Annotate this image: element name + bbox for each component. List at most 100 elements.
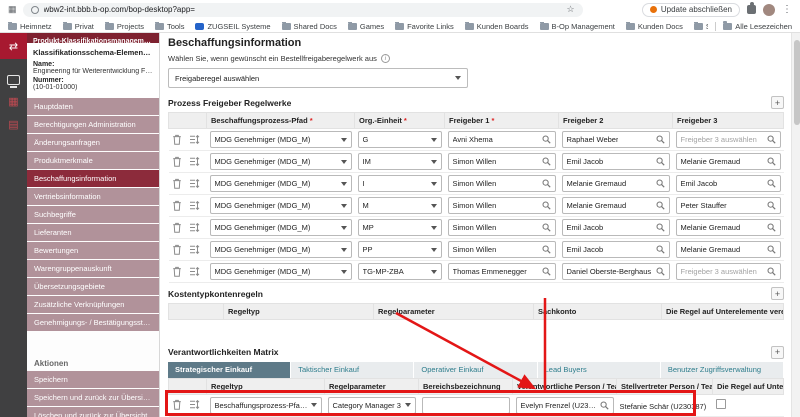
org-unit-select[interactable]: TG-MP-ZBA bbox=[358, 263, 442, 280]
bookmark-item[interactable]: Heimnetz bbox=[8, 22, 52, 31]
all-bookmarks-button[interactable]: Alle Lesezeichen bbox=[723, 22, 792, 31]
responsible-person-field[interactable]: Evelyn Frenzel (U230160) bbox=[516, 397, 614, 414]
approver1-field[interactable]: Simon Willen bbox=[448, 175, 556, 192]
process-path-select[interactable]: MDG Genehmiger (MDG_M) bbox=[210, 175, 352, 192]
sidebar-menu-item[interactable]: Hauptdaten bbox=[27, 98, 159, 115]
inherit-rule-checkbox[interactable] bbox=[716, 399, 726, 409]
delete-row-icon[interactable] bbox=[172, 222, 182, 233]
bookmark-item[interactable]: Privat bbox=[63, 22, 94, 31]
org-unit-select[interactable]: MP bbox=[358, 219, 442, 236]
search-icon[interactable] bbox=[767, 223, 776, 232]
search-icon[interactable] bbox=[767, 135, 776, 144]
approver2-field[interactable]: Emil Jacob bbox=[562, 241, 670, 258]
deputy-person-field[interactable]: Stefanie Schär (U230387) bbox=[620, 402, 707, 411]
matrix-tab[interactable]: Benutzer Zugriffsverwaltung bbox=[661, 362, 784, 378]
sidebar-menu-item[interactable]: Übersetzungsgebiete bbox=[27, 278, 159, 295]
add-cost-rule-button[interactable]: + bbox=[771, 287, 784, 300]
approver1-field[interactable]: Simon Willen bbox=[448, 197, 556, 214]
delete-row-icon[interactable] bbox=[172, 134, 182, 145]
reorder-row-icon[interactable] bbox=[189, 244, 200, 255]
scrollbar-thumb[interactable] bbox=[794, 40, 800, 125]
search-icon[interactable] bbox=[767, 201, 776, 210]
delete-row-icon[interactable] bbox=[172, 156, 182, 167]
approver2-field[interactable]: Melanie Gremaud bbox=[562, 175, 670, 192]
sidebar-menu-item[interactable]: Genehmigungs- / Bestätigungsstrategien bbox=[27, 314, 159, 331]
browser-menu-icon[interactable]: ⋮ bbox=[782, 5, 792, 15]
search-icon[interactable] bbox=[767, 179, 776, 188]
sidebar-menu-item[interactable]: Bewertungen bbox=[27, 242, 159, 259]
reorder-row-icon[interactable] bbox=[189, 266, 200, 277]
search-icon[interactable] bbox=[542, 157, 551, 166]
approver1-field[interactable]: Thomas Emmenegger bbox=[448, 263, 556, 280]
approver2-field[interactable]: Melanie Gremaud bbox=[562, 197, 670, 214]
approver2-field[interactable]: Daniel Oberste-Berghaus bbox=[562, 263, 670, 280]
matrix-tab[interactable]: Lead Buyers bbox=[538, 362, 661, 378]
process-path-select[interactable]: MDG Genehmiger (MDG_M) bbox=[210, 131, 352, 148]
bookmark-item[interactable]: Special APIs bbox=[694, 22, 708, 31]
delete-row-icon[interactable] bbox=[172, 399, 182, 410]
approver3-field[interactable]: Peter Stauffer bbox=[676, 197, 781, 214]
reorder-row-icon[interactable] bbox=[189, 156, 200, 167]
delete-row-icon[interactable] bbox=[172, 266, 182, 277]
search-icon[interactable] bbox=[542, 135, 551, 144]
search-icon[interactable] bbox=[656, 267, 665, 276]
bookmark-item[interactable]: Kunden Docs bbox=[626, 22, 683, 31]
org-unit-select[interactable]: M bbox=[358, 197, 442, 214]
sidebar-menu-item[interactable]: Suchbegriffe bbox=[27, 206, 159, 223]
sidebar-menu-item[interactable]: Produktmerkmale bbox=[27, 152, 159, 169]
rule-type-select[interactable]: Beschaffungsprozess-Pfade Regel bbox=[210, 397, 322, 414]
search-icon[interactable] bbox=[656, 157, 665, 166]
process-path-select[interactable]: MDG Genehmiger (MDG_M) bbox=[210, 263, 352, 280]
process-path-select[interactable]: MDG Genehmiger (MDG_M) bbox=[210, 197, 352, 214]
search-icon[interactable] bbox=[767, 157, 776, 166]
bookmark-item[interactable]: ZUGSEIL Systeme bbox=[195, 22, 270, 31]
sidebar-menu-item[interactable]: Warengruppenauskunft bbox=[27, 260, 159, 277]
release-rule-select[interactable]: Freigaberegel auswählen bbox=[168, 68, 468, 88]
app-logo[interactable]: ⇄ bbox=[0, 33, 27, 59]
approver3-field[interactable]: Freigeber 3 auswählen bbox=[676, 131, 781, 148]
approver1-field[interactable]: Simon Willen bbox=[448, 241, 556, 258]
action-button[interactable]: Löschen und zurück zur Übersicht bbox=[27, 407, 159, 417]
process-path-select[interactable]: MDG Genehmiger (MDG_M) bbox=[210, 219, 352, 236]
bookmark-item[interactable]: Games bbox=[348, 22, 384, 31]
search-icon[interactable] bbox=[656, 201, 665, 210]
add-responsibility-button[interactable]: + bbox=[771, 346, 784, 359]
search-icon[interactable] bbox=[600, 401, 609, 410]
matrix-tab[interactable]: Strategischer Einkauf bbox=[168, 362, 291, 378]
extensions-puzzle-icon[interactable] bbox=[747, 5, 756, 14]
sidebar-menu-item[interactable]: Änderungsanfragen bbox=[27, 134, 159, 151]
bookmark-item[interactable]: Favorite Links bbox=[395, 22, 454, 31]
approver2-field[interactable]: Raphael Weber bbox=[562, 131, 670, 148]
search-icon[interactable] bbox=[656, 179, 665, 188]
add-process-rule-button[interactable]: + bbox=[771, 96, 784, 109]
process-path-select[interactable]: MDG Genehmiger (MDG_M) bbox=[210, 153, 352, 170]
modules-icon[interactable]: ▦ bbox=[8, 97, 18, 108]
bookmark-star-icon[interactable]: ☆ bbox=[566, 4, 574, 15]
search-icon[interactable] bbox=[542, 179, 551, 188]
sidebar-menu-item[interactable]: Lieferanten bbox=[27, 224, 159, 241]
process-path-select[interactable]: MDG Genehmiger (MDG_M) bbox=[210, 241, 352, 258]
org-unit-select[interactable]: IM bbox=[358, 153, 442, 170]
approver1-field[interactable]: Avni Xhema bbox=[448, 131, 556, 148]
delete-row-icon[interactable] bbox=[172, 178, 182, 189]
approver3-field[interactable]: Melanie Gremaud bbox=[676, 241, 781, 258]
desktop-icon[interactable] bbox=[7, 75, 20, 85]
action-button[interactable]: Speichern bbox=[27, 371, 159, 388]
site-info-icon[interactable] bbox=[31, 6, 39, 14]
search-icon[interactable] bbox=[656, 245, 665, 254]
org-unit-select[interactable]: PP bbox=[358, 241, 442, 258]
approver3-field[interactable]: Melanie Gremaud bbox=[676, 219, 781, 236]
apps-grid-icon[interactable]: ▦ bbox=[8, 4, 17, 15]
search-icon[interactable] bbox=[542, 223, 551, 232]
sidebar-menu-item[interactable]: Zusätzliche Verknüpfungen bbox=[27, 296, 159, 313]
search-icon[interactable] bbox=[767, 245, 776, 254]
update-button[interactable]: Update abschließen bbox=[642, 3, 740, 17]
approver3-field[interactable]: Emil Jacob bbox=[676, 175, 781, 192]
address-bar[interactable]: wbw2-int.bbb.b-op.com/bop-desktop?app= ☆ bbox=[23, 3, 583, 17]
approver3-field[interactable]: Freigeber 3 auswählen bbox=[676, 263, 781, 280]
approver2-field[interactable]: Emil Jacob bbox=[562, 219, 670, 236]
search-icon[interactable] bbox=[656, 135, 665, 144]
reorder-row-icon[interactable] bbox=[189, 399, 200, 410]
sidebar-menu-item[interactable]: Beschaffungsinformation bbox=[27, 170, 159, 187]
approver2-field[interactable]: Emil Jacob bbox=[562, 153, 670, 170]
